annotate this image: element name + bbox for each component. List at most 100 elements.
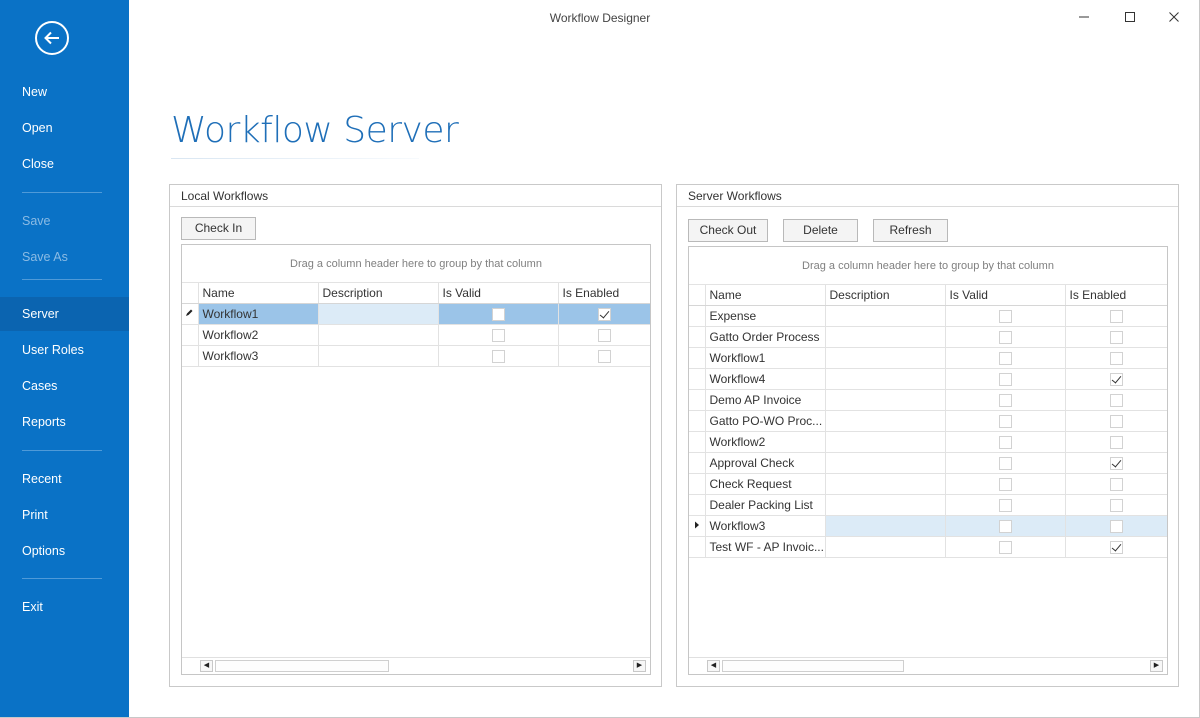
check-out-button[interactable]: Check Out (688, 219, 768, 242)
menu-item-options[interactable]: Options (0, 534, 129, 568)
column-header-name[interactable]: Name (198, 283, 319, 304)
table-row[interactable]: Approval Check (689, 452, 1167, 474)
menu-item-open[interactable]: Open (0, 111, 129, 145)
group-by-panel[interactable]: Drag a column header here to group by th… (689, 247, 1167, 285)
is-enabled-checkbox[interactable] (1109, 393, 1123, 407)
cell-description[interactable] (825, 515, 946, 537)
cell-name[interactable]: Test WF - AP Invoic... (705, 536, 826, 558)
scroll-left-arrow[interactable]: ◀ (200, 660, 213, 672)
horizontal-scrollbar[interactable]: ◀ ▶ (182, 657, 650, 674)
is-enabled-checkbox[interactable] (1109, 540, 1123, 554)
menu-item-cases[interactable]: Cases (0, 369, 129, 403)
row-indicator[interactable] (689, 326, 706, 348)
is-enabled-checkbox[interactable] (597, 349, 611, 363)
is-enabled-checkbox[interactable] (1109, 519, 1123, 533)
cell-description[interactable] (825, 347, 946, 369)
table-row[interactable]: Demo AP Invoice (689, 389, 1167, 411)
cell-name[interactable]: Workflow4 (705, 368, 826, 390)
row-indicator[interactable] (182, 303, 199, 325)
is-valid-checkbox[interactable] (998, 372, 1012, 386)
is-valid-checkbox[interactable] (998, 519, 1012, 533)
scroll-thumb[interactable] (722, 660, 904, 672)
is-enabled-checkbox[interactable] (1109, 498, 1123, 512)
cell-name[interactable]: Expense (705, 305, 826, 327)
is-enabled-checkbox[interactable] (1109, 372, 1123, 386)
row-indicator[interactable] (689, 389, 706, 411)
is-enabled-checkbox[interactable] (1109, 414, 1123, 428)
is-valid-checkbox[interactable] (998, 456, 1012, 470)
cell-description[interactable] (318, 345, 439, 367)
cell-name[interactable]: Workflow1 (705, 347, 826, 369)
cell-description[interactable] (318, 303, 439, 325)
table-row[interactable]: Workflow3 (689, 515, 1167, 537)
table-row[interactable]: Gatto PO-WO Proc... (689, 410, 1167, 432)
row-indicator[interactable] (689, 536, 706, 558)
is-valid-checkbox[interactable] (491, 328, 505, 342)
maximize-button[interactable] (1107, 0, 1153, 34)
cell-description[interactable] (825, 494, 946, 516)
group-by-panel[interactable]: Drag a column header here to group by th… (182, 245, 650, 283)
menu-item-close[interactable]: Close (0, 147, 129, 181)
is-enabled-checkbox[interactable] (1109, 435, 1123, 449)
close-window-button[interactable] (1151, 0, 1197, 34)
is-valid-checkbox[interactable] (998, 309, 1012, 323)
cell-description[interactable] (825, 326, 946, 348)
menu-item-new[interactable]: New (0, 75, 129, 109)
cell-description[interactable] (825, 473, 946, 495)
row-indicator[interactable] (689, 347, 706, 369)
table-row[interactable]: Workflow4 (689, 368, 1167, 390)
row-indicator[interactable] (689, 515, 706, 537)
cell-name[interactable]: Gatto Order Process (705, 326, 826, 348)
cell-description[interactable] (825, 536, 946, 558)
row-indicator[interactable] (689, 410, 706, 432)
row-indicator[interactable] (689, 452, 706, 474)
is-enabled-checkbox[interactable] (597, 328, 611, 342)
is-valid-checkbox[interactable] (998, 414, 1012, 428)
is-valid-checkbox[interactable] (998, 393, 1012, 407)
cell-description[interactable] (825, 389, 946, 411)
menu-item-server[interactable]: Server (0, 297, 129, 331)
cell-name[interactable]: Workflow3 (198, 345, 319, 367)
is-enabled-checkbox[interactable] (597, 307, 611, 321)
horizontal-scrollbar[interactable]: ◀ ▶ (689, 657, 1167, 674)
cell-description[interactable] (825, 452, 946, 474)
table-row[interactable]: Workflow1 (689, 347, 1167, 369)
is-enabled-checkbox[interactable] (1109, 456, 1123, 470)
is-valid-checkbox[interactable] (491, 307, 505, 321)
back-button[interactable] (35, 21, 69, 55)
menu-item-print[interactable]: Print (0, 498, 129, 532)
menu-item-recent[interactable]: Recent (0, 462, 129, 496)
is-valid-checkbox[interactable] (998, 435, 1012, 449)
is-valid-checkbox[interactable] (998, 498, 1012, 512)
cell-description[interactable] (825, 410, 946, 432)
cell-name[interactable]: Gatto PO-WO Proc... (705, 410, 826, 432)
is-enabled-checkbox[interactable] (1109, 309, 1123, 323)
cell-description[interactable] (825, 305, 946, 327)
scroll-right-arrow[interactable]: ▶ (1150, 660, 1163, 672)
cell-description[interactable] (825, 368, 946, 390)
table-row[interactable]: Workflow1 (182, 303, 650, 325)
cell-name[interactable]: Demo AP Invoice (705, 389, 826, 411)
is-enabled-checkbox[interactable] (1109, 477, 1123, 491)
delete-button[interactable]: Delete (783, 219, 858, 242)
cell-name[interactable]: Dealer Packing List (705, 494, 826, 516)
column-header-name[interactable]: Name (705, 285, 826, 306)
is-enabled-checkbox[interactable] (1109, 351, 1123, 365)
is-valid-checkbox[interactable] (998, 330, 1012, 344)
menu-item-exit[interactable]: Exit (0, 590, 129, 624)
row-indicator[interactable] (689, 473, 706, 495)
scroll-left-arrow[interactable]: ◀ (707, 660, 720, 672)
table-row[interactable]: Workflow2 (689, 431, 1167, 453)
row-indicator[interactable] (182, 345, 199, 367)
cell-name[interactable]: Approval Check (705, 452, 826, 474)
is-valid-checkbox[interactable] (998, 477, 1012, 491)
table-row[interactable]: Dealer Packing List (689, 494, 1167, 516)
row-indicator[interactable] (689, 305, 706, 327)
scroll-thumb[interactable] (215, 660, 389, 672)
table-row[interactable]: Check Request (689, 473, 1167, 495)
menu-item-user-roles[interactable]: User Roles (0, 333, 129, 367)
column-header-is-enabled[interactable]: Is Enabled (558, 283, 650, 304)
cell-name[interactable]: Workflow1 (198, 303, 319, 325)
column-header-is-enabled[interactable]: Is Enabled (1065, 285, 1167, 306)
is-valid-checkbox[interactable] (491, 349, 505, 363)
